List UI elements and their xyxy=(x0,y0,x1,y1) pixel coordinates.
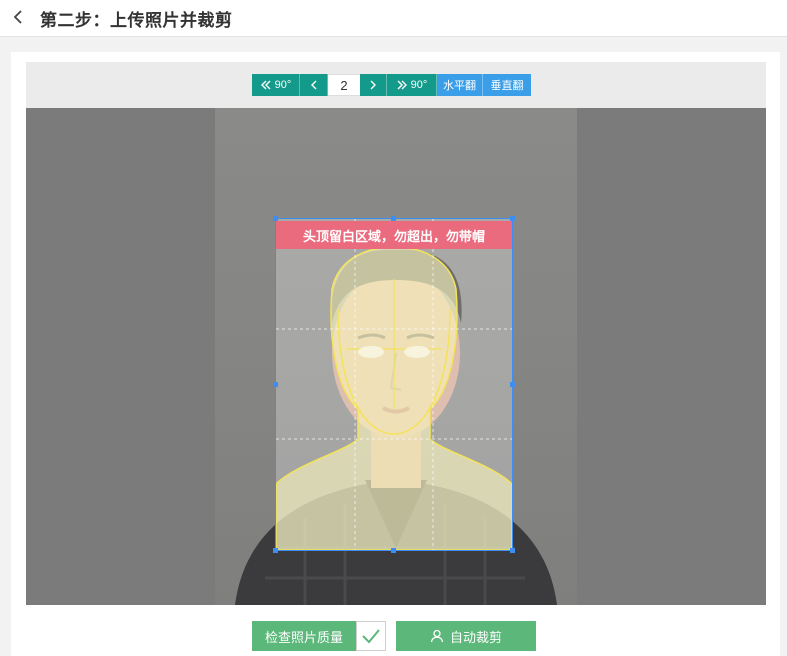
page-title: 第二步：上传照片并裁剪 xyxy=(40,11,233,30)
double-chevron-right-icon xyxy=(397,80,407,90)
chevron-left-icon xyxy=(310,80,316,90)
crop-handle-bottom[interactable] xyxy=(391,548,396,553)
crop-handle-left[interactable] xyxy=(273,382,278,387)
rotate-right-label: 90° xyxy=(410,79,428,91)
crop-handle-top-left[interactable] xyxy=(273,216,278,221)
auto-crop-label: 自动裁剪 xyxy=(449,629,502,645)
chevron-right-icon xyxy=(370,80,376,90)
double-chevron-left-icon xyxy=(260,80,271,90)
auto-crop-button[interactable]: 自动裁剪 xyxy=(396,621,536,651)
crop-handle-top[interactable] xyxy=(391,216,396,221)
crop-handle-right[interactable] xyxy=(510,382,515,387)
rotate-left-button[interactable]: 90° xyxy=(252,74,300,96)
flip-vertical-button[interactable]: 垂直翻 xyxy=(483,74,531,96)
top-header: 第二步：上传照片并裁剪 xyxy=(0,0,787,37)
face-guide-overlay xyxy=(276,219,512,550)
next-button[interactable] xyxy=(360,74,387,96)
rotate-left-label: 90° xyxy=(274,79,292,91)
back-arrow-icon[interactable] xyxy=(9,7,29,27)
user-icon xyxy=(430,629,444,643)
check-quality-button[interactable]: 检查照片质量 xyxy=(252,621,356,651)
crop-handle-top-right[interactable] xyxy=(510,216,515,221)
quality-checkbox[interactable] xyxy=(356,621,386,651)
image-stage: 头顶留白区域，勿超出，勿带帽 xyxy=(26,108,766,605)
headroom-warning-banner: 头顶留白区域，勿超出，勿带帽 xyxy=(276,221,512,249)
crop-handle-bottom-left[interactable] xyxy=(273,548,278,553)
flip-horizontal-button[interactable]: 水平翻 xyxy=(437,74,483,96)
checkmark-icon xyxy=(362,629,380,644)
prev-button[interactable] xyxy=(300,74,328,96)
crop-frame[interactable]: 头顶留白区域，勿超出，勿带帽 xyxy=(275,218,513,551)
page-number[interactable]: 2 xyxy=(328,74,360,96)
crop-handle-bottom-right[interactable] xyxy=(510,548,515,553)
image-toolbar: 90° 2 90° 水平翻 垂直翻 xyxy=(252,74,531,96)
rotate-right-button[interactable]: 90° xyxy=(387,74,437,96)
